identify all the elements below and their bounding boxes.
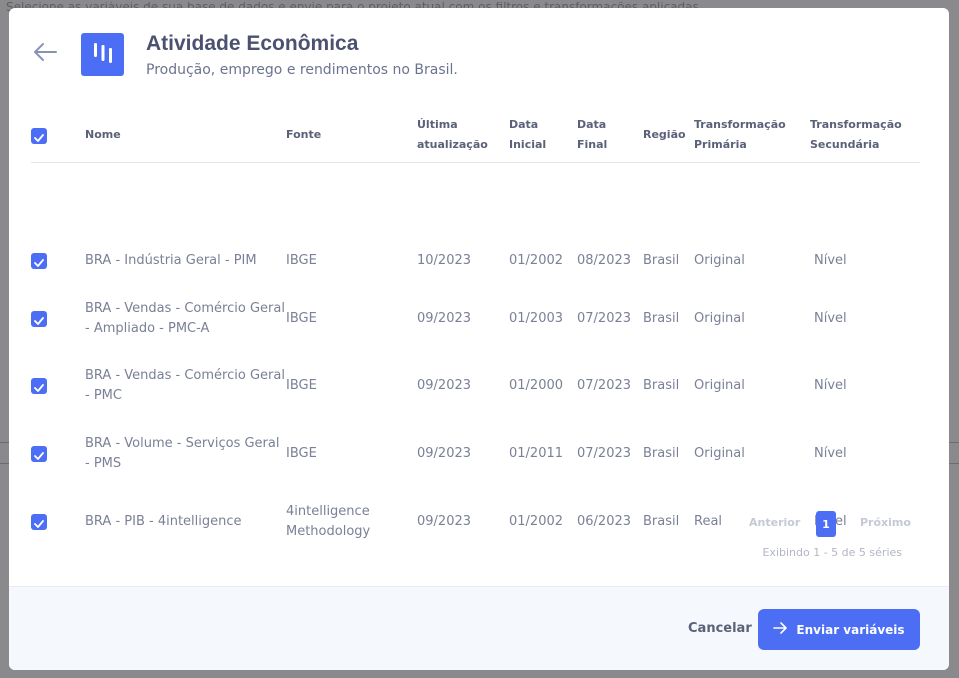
- cell-nome: BRA - Volume - Serviços Geral - PMS: [85, 434, 279, 474]
- back-button[interactable]: [31, 40, 59, 68]
- cell-fonte-line1: 4intelligence: [286, 504, 370, 519]
- header-transformacao-primaria[interactable]: Transformação Primária: [694, 115, 786, 155]
- cell-primaria: Original: [694, 311, 745, 326]
- results-count: Exibindo 1 - 5 de 5 séries: [762, 546, 902, 559]
- check-icon: [34, 310, 44, 329]
- cancel-button[interactable]: Cancelar: [688, 621, 752, 636]
- cell-primaria: Real: [694, 514, 723, 529]
- header-ultima-line1: Última: [417, 118, 458, 131]
- header-data-final[interactable]: Data Final: [577, 115, 607, 155]
- group-logo: [81, 33, 124, 76]
- header-ultima-line2: atualização: [417, 138, 488, 151]
- cell-inicial: 01/2003: [509, 311, 564, 326]
- header-prim-line2: Primária: [694, 138, 747, 151]
- arrow-right-icon: [773, 622, 788, 637]
- cell-final: 08/2023: [577, 253, 632, 268]
- cell-secundaria: Nível: [814, 253, 847, 268]
- cell-primaria: Original: [694, 253, 745, 268]
- cell-inicial: 01/2002: [509, 514, 564, 529]
- modal-title: Atividade Econômica: [146, 32, 359, 55]
- row-checkbox[interactable]: [31, 446, 47, 462]
- table-header: Nome Fonte Última atualização Data Inici…: [31, 103, 920, 163]
- cell-regiao: Brasil: [643, 378, 680, 393]
- variables-modal: Atividade Econômica Produção, emprego e …: [9, 8, 949, 670]
- bars-icon: [92, 42, 114, 68]
- pagination-previous-button[interactable]: Anterior: [749, 516, 800, 529]
- header-inicial-line1: Data: [509, 118, 539, 131]
- header-inicial-line2: Inicial: [509, 138, 547, 151]
- cell-final: 07/2023: [577, 446, 632, 461]
- cell-ultima: 09/2023: [417, 311, 472, 326]
- send-variables-button[interactable]: Enviar variáveis: [758, 609, 920, 650]
- check-icon: [34, 377, 44, 396]
- cell-fonte: 4intelligence Methodology: [286, 502, 370, 542]
- cell-nome-line2: - PMS: [85, 456, 122, 471]
- send-variables-label: Enviar variáveis: [796, 622, 905, 637]
- cell-secundaria: Nível: [814, 378, 847, 393]
- cell-ultima: 10/2023: [417, 253, 472, 268]
- cell-secundaria: Nível: [814, 446, 847, 461]
- cell-primaria: Original: [694, 446, 745, 461]
- header-fonte[interactable]: Fonte: [286, 125, 321, 145]
- check-icon: [34, 127, 44, 146]
- row-checkbox[interactable]: [31, 514, 47, 530]
- check-icon: [34, 252, 44, 271]
- cell-nome-line2: - Ampliado - PMC-A: [85, 321, 210, 336]
- row-checkbox[interactable]: [31, 378, 47, 394]
- check-icon: [34, 513, 44, 532]
- cell-primaria: Original: [694, 378, 745, 393]
- cell-fonte: IBGE: [286, 253, 317, 268]
- cell-regiao: Brasil: [643, 311, 680, 326]
- cell-fonte: IBGE: [286, 378, 317, 393]
- cell-inicial: 01/2000: [509, 378, 564, 393]
- header-final-line1: Data: [577, 118, 607, 131]
- header-transformacao-secundaria[interactable]: Transformação Secundária: [810, 115, 902, 155]
- cell-nome-line2: - PMC: [85, 388, 122, 403]
- cell-fonte-line2: Methodology: [286, 524, 371, 539]
- cell-secundaria: Nível: [814, 311, 847, 326]
- cell-inicial: 01/2011: [509, 446, 564, 461]
- series-table: Nome Fonte Última atualização Data Inici…: [31, 103, 920, 539]
- cell-ultima: 09/2023: [417, 446, 472, 461]
- header-ultima-atualizacao[interactable]: Última atualização: [417, 115, 488, 155]
- cell-inicial: 01/2002: [509, 253, 564, 268]
- row-checkbox[interactable]: [31, 253, 47, 269]
- cell-final: 07/2023: [577, 311, 632, 326]
- header-final-line2: Final: [577, 138, 608, 151]
- arrow-left-icon: [32, 42, 58, 66]
- header-regiao[interactable]: Região: [643, 125, 686, 145]
- cell-nome: BRA - PIB - 4intelligence: [85, 512, 242, 532]
- cell-nome-line1: BRA - Vendas - Comércio Geral: [85, 301, 285, 316]
- cell-ultima: 09/2023: [417, 378, 472, 393]
- cell-nome: BRA - Indústria Geral - PIM: [85, 251, 257, 271]
- cell-regiao: Brasil: [643, 253, 680, 268]
- cell-nome: BRA - Vendas - Comércio Geral - Ampliado…: [85, 299, 285, 339]
- row-checkbox[interactable]: [31, 311, 47, 327]
- pagination-next-button[interactable]: Próximo: [860, 516, 911, 529]
- header-sec-line2: Secundária: [810, 138, 880, 151]
- pagination: Anterior 1 Próximo: [734, 511, 914, 537]
- select-all-checkbox[interactable]: [31, 128, 47, 144]
- cell-final: 06/2023: [577, 514, 632, 529]
- header-prim-line1: Transformação: [694, 118, 786, 131]
- cell-regiao: Brasil: [643, 514, 680, 529]
- header-nome[interactable]: Nome: [85, 125, 121, 145]
- cell-nome-line1: BRA - Volume - Serviços Geral: [85, 436, 280, 451]
- pagination-page-1[interactable]: 1: [816, 511, 836, 537]
- cell-nome-line1: BRA - PIB - 4intelligence: [85, 514, 242, 529]
- modal-subtitle: Produção, emprego e rendimentos no Brasi…: [146, 62, 458, 78]
- cell-nome-line1: BRA - Indústria Geral - PIM: [85, 253, 257, 268]
- cell-regiao: Brasil: [643, 446, 680, 461]
- header-data-inicial[interactable]: Data Inicial: [509, 115, 546, 155]
- cell-ultima: 09/2023: [417, 514, 472, 529]
- cell-fonte: IBGE: [286, 311, 317, 326]
- cell-final: 07/2023: [577, 378, 632, 393]
- cell-nome: BRA - Vendas - Comércio Geral - PMC: [85, 366, 285, 406]
- header-sec-line1: Transformação: [810, 118, 902, 131]
- cell-fonte: IBGE: [286, 446, 317, 461]
- modal-footer: Cancelar Enviar variáveis: [9, 586, 949, 670]
- check-icon: [34, 445, 44, 464]
- cell-nome-line1: BRA - Vendas - Comércio Geral: [85, 368, 285, 383]
